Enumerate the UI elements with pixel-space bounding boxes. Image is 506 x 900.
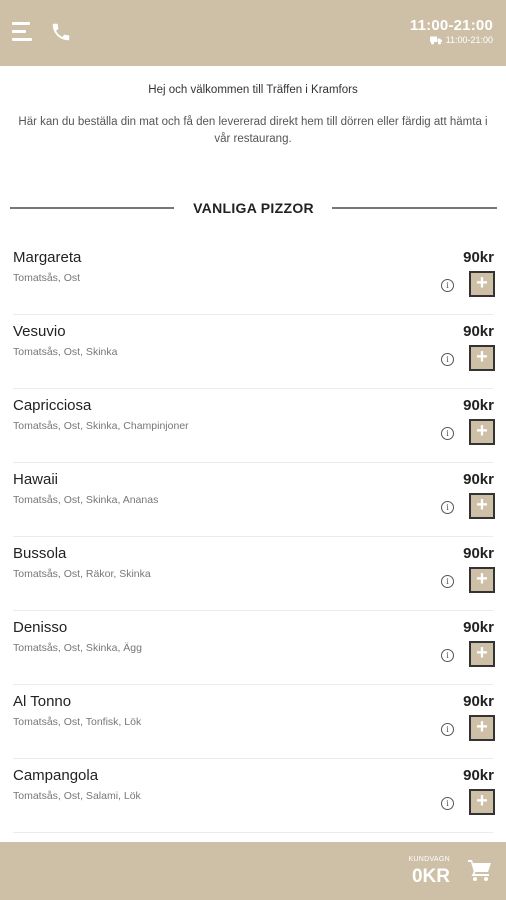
menu-item: Bussola Tomatsås, Ost, Räkor, Skinka 90kr i… — [0, 537, 506, 611]
bottom-cart-bar[interactable]: KUNDVAGN 0KR — [0, 842, 506, 900]
info-icon[interactable]: i — [441, 575, 454, 588]
menu-item: Vesuvio Tomatsås, Ost, Skinka 90kr i + — [0, 315, 506, 389]
item-description: Tomatsås, Ost, Salami, Lök — [13, 790, 141, 802]
add-to-cart-button[interactable]: + — [469, 345, 495, 371]
info-icon[interactable]: i — [441, 723, 454, 736]
welcome-title: Hej och välkommen till Träffen i Kramfor… — [148, 84, 358, 96]
menu-item: Hawaii Tomatsås, Ost, Skinka, Ananas 90kr i… — [0, 463, 506, 537]
item-description: Tomatsås, Ost — [13, 272, 81, 284]
delivery-hours: 11:00-21:00 — [410, 35, 493, 45]
item-description: Tomatsås, Ost, Skinka — [13, 346, 118, 358]
add-to-cart-button[interactable]: + — [469, 271, 495, 297]
item-name: Margareta — [13, 249, 82, 266]
info-icon[interactable]: i — [441, 427, 454, 440]
info-icon[interactable]: i — [441, 797, 454, 810]
item-price: 90kr — [463, 249, 494, 266]
add-to-cart-button[interactable]: + — [469, 419, 495, 445]
add-to-cart-button[interactable]: + — [469, 493, 495, 519]
menu-item: Denisso Tomatsås, Ost, Skinka, Ägg 90kr i + — [0, 611, 506, 685]
item-divider — [13, 832, 493, 833]
menu-item: Al Tonno Tomatsås, Ost, Tonfisk, Lök 90kr i… — [0, 685, 506, 759]
phone-icon[interactable] — [50, 20, 72, 44]
add-to-cart-button[interactable]: + — [469, 789, 495, 815]
info-icon[interactable]: i — [441, 279, 454, 292]
item-name: Vesuvio — [13, 323, 66, 340]
menu-item: Campangola Tomatsås, Ost, Salami, Lök 90kr… — [0, 759, 506, 833]
info-icon[interactable]: i — [441, 501, 454, 514]
item-description: Tomatsås, Ost, Skinka, Ananas — [13, 494, 159, 506]
menu-item: Capricciosa Tomatsås, Ost, Skinka, Champi… — [0, 389, 506, 463]
item-description: Tomatsås, Ost, Räkor, Skinka — [13, 568, 151, 580]
section-title: VANLIGA PIZZOR — [193, 200, 314, 216]
info-icon[interactable]: i — [441, 353, 454, 366]
menu-list: Margareta Tomatsås, Ost 90kr i + Vesuvio Tomat… — [0, 241, 506, 833]
add-to-cart-button[interactable]: + — [469, 641, 495, 667]
opening-hours: 11:00-21:00 11:00-21:00 — [410, 17, 493, 45]
delivery-hours-text: 11:00-21:00 — [445, 35, 493, 45]
welcome-text: Här kan du beställa din mat och få den l… — [18, 116, 488, 145]
top-bar: 11:00-21:00 11:00-21:00 — [0, 0, 506, 66]
info-icon[interactable]: i — [441, 649, 454, 662]
item-price: 90kr — [463, 767, 494, 784]
section-header: VANLIGA PIZZOR — [10, 198, 497, 220]
add-to-cart-button[interactable]: + — [469, 567, 495, 593]
item-description: Tomatsås, Ost, Skinka, Ägg — [13, 642, 142, 654]
item-description: Tomatsås, Ost, Tonfisk, Lök — [13, 716, 142, 728]
shopping-cart-icon[interactable] — [468, 859, 492, 881]
menu-item: Margareta Tomatsås, Ost 90kr i + — [0, 241, 506, 315]
cart-label: KUNDVAGN — [408, 856, 450, 863]
opening-hours-main: 11:00-21:00 — [409, 17, 493, 34]
item-price: 90kr — [463, 397, 494, 414]
welcome-section: Hej och välkommen till Träffen i Kramfor… — [0, 84, 506, 148]
item-price: 90kr — [463, 545, 494, 562]
delivery-truck-icon — [429, 36, 442, 44]
item-name: Capricciosa — [13, 397, 92, 414]
item-name: Denisso — [13, 619, 68, 636]
item-price: 90kr — [463, 619, 494, 636]
menu-icon[interactable] — [12, 22, 34, 42]
item-name: Bussola — [13, 545, 67, 562]
cart-total: 0KR — [411, 866, 450, 887]
item-price: 90kr — [463, 471, 494, 488]
add-to-cart-button[interactable]: + — [469, 715, 495, 741]
item-name: Hawaii — [13, 471, 59, 488]
item-price: 90kr — [463, 323, 494, 340]
item-name: Campangola — [13, 767, 99, 784]
item-name: Al Tonno — [13, 693, 72, 710]
item-price: 90kr — [463, 693, 494, 710]
item-description: Tomatsås, Ost, Skinka, Champinjoner — [13, 420, 189, 432]
